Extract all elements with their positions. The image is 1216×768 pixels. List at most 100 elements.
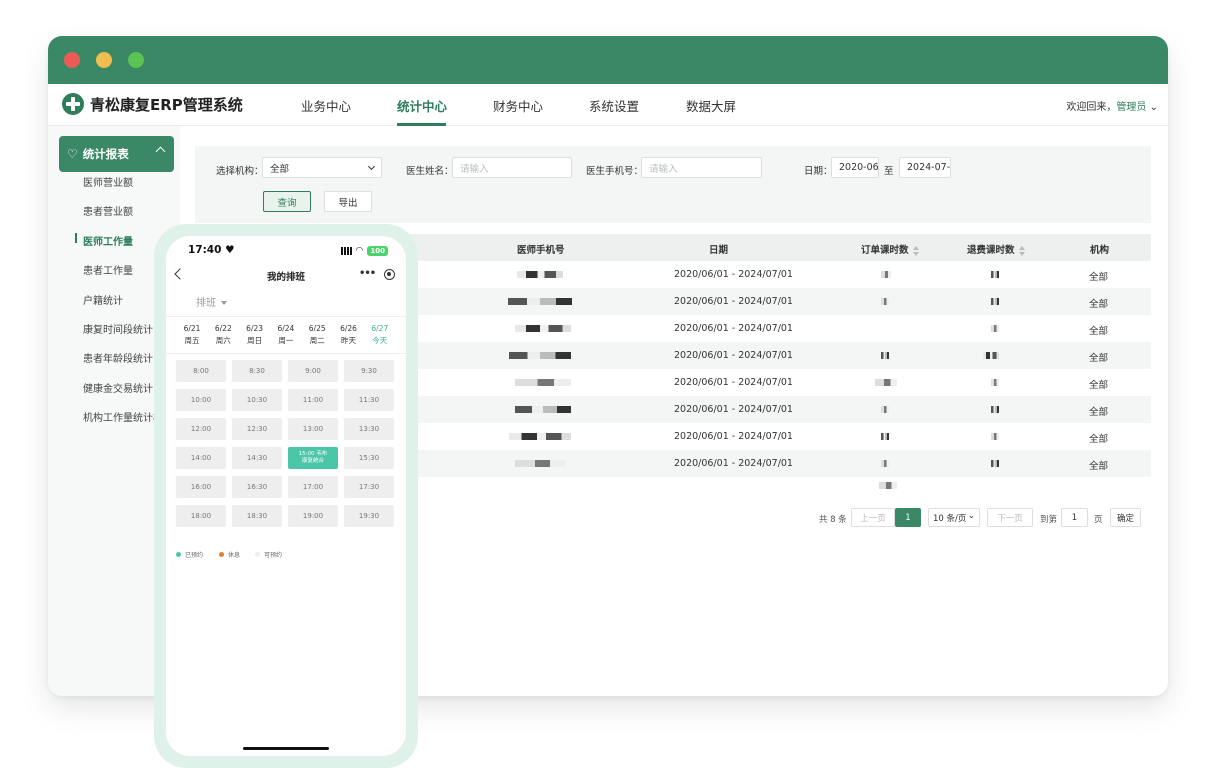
redacted-order-hours bbox=[881, 460, 889, 467]
time-slot[interactable]: 13:00 bbox=[288, 418, 338, 440]
time-slot[interactable]: 13:30 bbox=[344, 418, 394, 440]
time-slot[interactable]: 12:30 bbox=[232, 418, 282, 440]
date-start-input[interactable]: 2020-06-0 bbox=[831, 157, 879, 178]
nav-finance-center[interactable]: 财务中心 bbox=[493, 96, 543, 115]
org-select-value: 全部 bbox=[270, 163, 290, 175]
schedule-tab[interactable]: 排班 bbox=[196, 294, 227, 309]
redacted-order-hours bbox=[881, 433, 889, 440]
page-size-select[interactable]: 10 条/页 ⌄ bbox=[928, 508, 980, 527]
day-6-22[interactable]: 6/22 周六 bbox=[208, 323, 238, 347]
time-slot[interactable]: 10:00 bbox=[176, 389, 226, 411]
day-6-27[interactable]: 6/27 今天 bbox=[365, 323, 395, 347]
redacted-phone bbox=[509, 352, 571, 359]
redacted-phone bbox=[517, 271, 563, 278]
sort-icon[interactable] bbox=[1018, 245, 1025, 256]
app-title: 青松康复ERP管理系统 bbox=[90, 95, 243, 114]
legend-booked: 已预约 bbox=[176, 550, 203, 559]
status-time-value: 17:40 bbox=[188, 244, 222, 256]
doctor-phone-input[interactable]: 请输入 bbox=[641, 157, 762, 178]
time-slot[interactable]: 9:00 bbox=[288, 360, 338, 382]
time-slot[interactable]: 14:30 bbox=[232, 447, 282, 469]
sidebar-group-statistics-reports[interactable]: ♡ 统计报表 bbox=[59, 136, 174, 172]
page-1-button[interactable]: 1 bbox=[895, 508, 921, 527]
time-slot[interactable]: 19:30 bbox=[344, 505, 394, 527]
redacted-phone bbox=[515, 406, 571, 413]
top-navigation: 青松康复ERP管理系统 业务中心 统计中心 财务中心 系统设置 数据大屏 欢迎回… bbox=[48, 84, 1168, 126]
time-slot[interactable]: 16:00 bbox=[176, 476, 226, 498]
goto-confirm-button[interactable]: 确定 bbox=[1110, 508, 1141, 527]
sidebar-item-household-stats[interactable]: 户籍统计 bbox=[83, 292, 123, 307]
day-6-26[interactable]: 6/26 昨天 bbox=[334, 323, 364, 347]
sort-icon[interactable] bbox=[912, 245, 919, 256]
row-org: 全部 bbox=[1089, 353, 1109, 364]
row-date: 2020/06/01 - 2024/07/01 bbox=[674, 404, 793, 415]
time-slot[interactable]: 15:30 bbox=[344, 447, 394, 469]
day-6-21[interactable]: 6/21 周五 bbox=[177, 323, 207, 347]
sidebar-item-org-workload-stats[interactable]: 机构工作量统计桥 bbox=[83, 409, 158, 424]
minimize-window-button[interactable] bbox=[96, 52, 112, 68]
sidebar-item-health-fund-stats[interactable]: 健康金交易统计 bbox=[83, 380, 153, 395]
column-header-order-hours[interactable]: 订单课时数 bbox=[861, 242, 919, 256]
legend-available: 可预约 bbox=[255, 550, 282, 559]
time-slot[interactable]: 15:00 韦布 康复统合 bbox=[288, 447, 338, 469]
next-page-button[interactable]: 下一页 bbox=[987, 508, 1033, 527]
goto-page-input[interactable]: 1 bbox=[1061, 508, 1088, 527]
nav-data-screen[interactable]: 数据大屏 bbox=[686, 96, 736, 115]
sidebar-item-patient-age-stats[interactable]: 患者年龄段统计 bbox=[83, 350, 153, 365]
export-button[interactable]: 导出 bbox=[324, 191, 372, 212]
org-select[interactable]: 全部 bbox=[262, 157, 382, 178]
time-slot[interactable]: 17:00 bbox=[288, 476, 338, 498]
phone-nav-bar: 我的排班 ••• bbox=[166, 266, 406, 288]
time-slot[interactable]: 11:30 bbox=[344, 389, 394, 411]
date-end-input[interactable]: 2024-07-0 bbox=[899, 157, 951, 178]
close-miniapp-icon[interactable] bbox=[384, 269, 395, 280]
row-date: 2020/06/01 - 2024/07/01 bbox=[674, 350, 793, 361]
time-slot[interactable]: 14:00 bbox=[176, 447, 226, 469]
legend-label: 休息 bbox=[228, 552, 241, 559]
column-header-refund-hours-label: 退费课时数 bbox=[967, 245, 1015, 256]
day-6-24[interactable]: 6/24 周一 bbox=[271, 323, 301, 347]
close-window-button[interactable] bbox=[64, 52, 80, 68]
day-6-23[interactable]: 6/23 周日 bbox=[240, 323, 270, 347]
battery-icon: 100 bbox=[367, 246, 388, 256]
day-weekday: 周二 bbox=[309, 336, 325, 345]
sidebar-group-label: 统计报表 bbox=[82, 147, 129, 161]
sidebar-item-doctor-workload[interactable]: 医师工作量 bbox=[83, 233, 133, 248]
time-slot[interactable]: 12:00 bbox=[176, 418, 226, 440]
heart-icon: ♥ bbox=[225, 244, 235, 256]
time-slot[interactable]: 17:30 bbox=[344, 476, 394, 498]
prev-page-button[interactable]: 上一页 bbox=[851, 508, 895, 527]
sidebar-item-patient-workload[interactable]: 患者工作量 bbox=[83, 262, 133, 277]
time-slot[interactable]: 8:00 bbox=[176, 360, 226, 382]
nav-statistics-center[interactable]: 统计中心 bbox=[397, 96, 447, 115]
time-slot[interactable]: 10:30 bbox=[232, 389, 282, 411]
row-date: 2020/06/01 - 2024/07/01 bbox=[674, 377, 793, 388]
medical-cross-icon bbox=[62, 93, 84, 115]
nav-system-settings[interactable]: 系统设置 bbox=[589, 96, 639, 115]
time-slot[interactable]: 8:30 bbox=[232, 360, 282, 382]
query-button[interactable]: 查询 bbox=[263, 191, 311, 212]
row-date: 2020/06/01 - 2024/07/01 bbox=[674, 296, 793, 307]
doctor-name-input[interactable]: 请输入 bbox=[452, 157, 572, 178]
more-icon[interactable]: ••• bbox=[359, 268, 376, 279]
user-menu[interactable]: 欢迎回来，管理员 ⌄ bbox=[1066, 98, 1158, 113]
column-header-refund-hours[interactable]: 退费课时数 bbox=[967, 242, 1025, 256]
time-slot[interactable]: 18:00 bbox=[176, 505, 226, 527]
time-slot[interactable]: 19:00 bbox=[288, 505, 338, 527]
sidebar-item-doctor-revenue[interactable]: 医师营业额 bbox=[83, 174, 133, 189]
time-slot[interactable]: 16:30 bbox=[232, 476, 282, 498]
time-slot[interactable]: 9:30 bbox=[344, 360, 394, 382]
sidebar-item-patient-revenue[interactable]: 患者营业额 bbox=[83, 203, 133, 218]
nav-business-center[interactable]: 业务中心 bbox=[301, 96, 351, 115]
date-label: 日期： bbox=[804, 166, 833, 177]
time-slot[interactable]: 18:30 bbox=[232, 505, 282, 527]
day-weekday: 周一 bbox=[278, 336, 294, 345]
time-slot[interactable]: 11:00 bbox=[288, 389, 338, 411]
redacted-order-hours bbox=[881, 406, 889, 413]
day-weekday: 周日 bbox=[247, 336, 263, 345]
maximize-window-button[interactable] bbox=[128, 52, 144, 68]
legend-dot bbox=[255, 552, 260, 557]
legend-label: 已预约 bbox=[185, 552, 204, 559]
day-6-25[interactable]: 6/25 周二 bbox=[302, 323, 332, 347]
sidebar-item-rehab-time-stats[interactable]: 康复时间段统计 bbox=[83, 321, 153, 336]
